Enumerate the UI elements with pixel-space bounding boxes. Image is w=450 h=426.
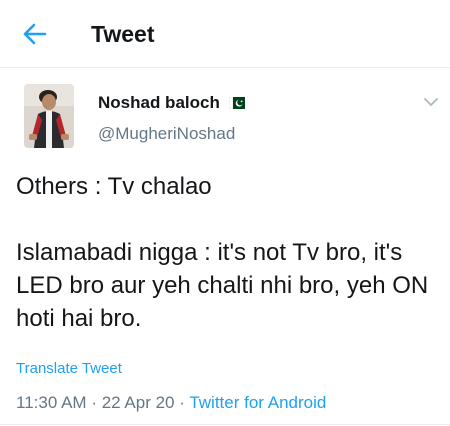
author-handle[interactable]: @MugheriNoshad (98, 123, 235, 145)
tweet-meta: 11:30 AM · 22 Apr 20 · Twitter for Andro… (16, 392, 326, 414)
meta-separator: · (179, 393, 185, 412)
top-bar: Tweet (0, 0, 450, 68)
chevron-down-icon (424, 98, 438, 106)
translate-tweet-link[interactable]: Translate Tweet (16, 359, 122, 379)
tweet-text: Others : Tv chalao Islamabadi nigga : it… (16, 173, 429, 332)
back-button[interactable] (18, 20, 50, 48)
tweet-options-button[interactable] (422, 95, 440, 109)
author-display-name[interactable]: Noshad baloch (98, 92, 220, 114)
arrow-left-icon (23, 23, 47, 45)
meta-separator: · (91, 393, 97, 412)
tweet-date: 22 Apr 20 (101, 393, 175, 412)
pakistan-flag-icon (228, 96, 245, 110)
tweet-source-link[interactable]: Twitter for Android (189, 393, 326, 412)
page-title: Tweet (91, 21, 155, 47)
divider (0, 424, 450, 425)
tweet-time: 11:30 AM (16, 393, 87, 412)
avatar[interactable] (24, 84, 74, 148)
